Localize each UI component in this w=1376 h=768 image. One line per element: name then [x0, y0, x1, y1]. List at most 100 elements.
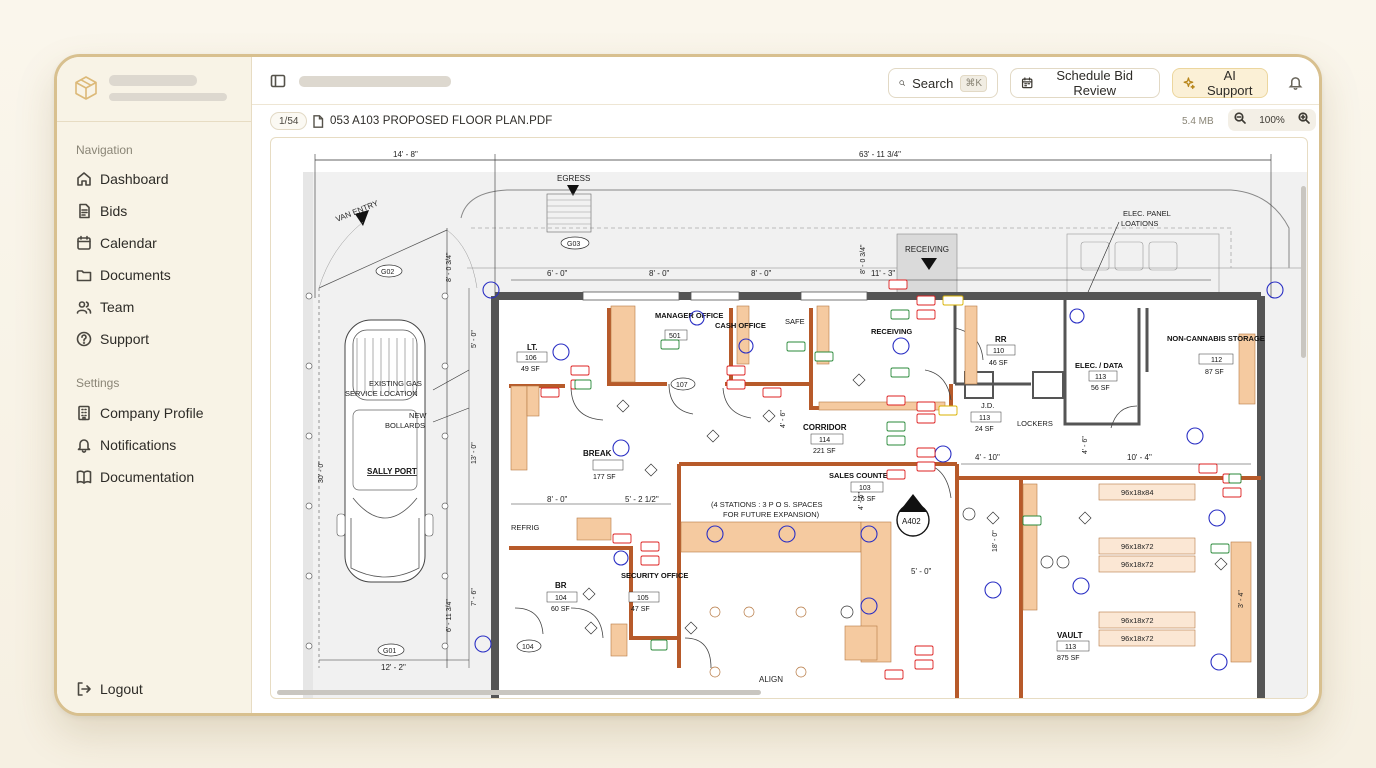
zoom-out-button[interactable]	[1234, 111, 1246, 129]
vertical-scrollbar[interactable]	[1301, 186, 1306, 358]
sidebar-item-calendar[interactable]: Calendar	[76, 235, 157, 251]
page-title-placeholder	[299, 76, 451, 87]
rack-label: 96x18x72	[1121, 634, 1154, 643]
sidebar-item-documents[interactable]: Documents	[76, 267, 171, 283]
page-indicator[interactable]: 1/54	[270, 112, 308, 130]
dim-top-right: 63' - 11 3/4"	[859, 150, 901, 159]
door-tag: 107	[676, 382, 688, 389]
room-number: 501	[669, 333, 681, 340]
room-name: SECURITY OFFICE	[621, 571, 688, 580]
sidebar-item-company-profile[interactable]: Company Profile	[76, 405, 204, 421]
egress-label: EGRESS	[557, 174, 590, 183]
file-icon	[312, 115, 324, 128]
zoom-level: 100%	[1259, 114, 1285, 126]
zoom-controls: 100%	[1228, 109, 1316, 131]
vehicle-illustration	[336, 319, 434, 583]
dim-4-10: 4' - 10"	[975, 453, 1000, 462]
svg-text:4' - 6": 4' - 6"	[1082, 436, 1089, 454]
document-toolbar: 1/54 053 A103 PROPOSED FLOOR PLAN.PDF 5.…	[252, 105, 1319, 137]
room-area: 60 SF	[551, 606, 570, 613]
zoom-in-button[interactable]	[1298, 111, 1310, 129]
dim-bottom-left: 12' - 2"	[381, 663, 406, 672]
room-number: 113	[979, 415, 990, 422]
users-icon	[76, 301, 92, 314]
sidebar-item-bids[interactable]: Bids	[76, 203, 127, 219]
room-number: 113	[1065, 644, 1076, 651]
sidebar-item-dashboard[interactable]: Dashboard	[76, 171, 169, 187]
sidebar-item-label: Notifications	[100, 437, 177, 453]
dim-11-3: 11' - 3"	[871, 269, 895, 278]
search-icon	[899, 80, 905, 86]
stations-note: (4 STATIONS : 3 P O S. SPACES FOR FUTURE …	[711, 500, 823, 519]
sidebar-item-label: Team	[100, 299, 135, 315]
room-number: 106	[525, 355, 537, 362]
room-number: 105	[637, 595, 649, 602]
g03-tag: G03	[567, 241, 580, 248]
ai-support-button[interactable]: AI Support	[1172, 68, 1268, 98]
room-name: ELEC. / DATA	[1075, 361, 1124, 370]
svg-text:8' - 0 3/4": 8' - 0 3/4"	[446, 252, 453, 282]
room-name: CASH OFFICE	[715, 321, 766, 330]
svg-text:4' - 6": 4' - 6"	[780, 410, 787, 428]
horizontal-scrollbar[interactable]	[277, 690, 761, 695]
document-file-size: 5.4 MB	[1182, 116, 1214, 127]
svg-text:18' - 0": 18' - 0"	[992, 530, 999, 552]
main-content: Search ⌘K Schedule Bid Review AI Support…	[252, 57, 1319, 713]
sidebar: Navigation Dashboard Bids Calendar Docum…	[57, 57, 252, 713]
door-tag: 104	[522, 644, 534, 651]
room-name: J.D.	[981, 401, 994, 410]
room-name: NON-CANNABIS STORAGE	[1167, 334, 1265, 343]
rack-label: 96x18x72	[1121, 616, 1154, 625]
sidebar-item-support[interactable]: Support	[76, 331, 149, 347]
g01-tag: G01	[383, 648, 396, 655]
svg-text:13' - 0": 13' - 0"	[471, 442, 478, 464]
zoom-out-icon	[1234, 112, 1246, 124]
nav-section-label: Navigation	[76, 143, 133, 157]
room-name: SAFE	[785, 317, 805, 326]
room-name: RECEIVING	[871, 327, 912, 336]
sidebar-item-documentation[interactable]: Documentation	[76, 469, 194, 485]
svg-text:3' - 4": 3' - 4"	[1238, 590, 1245, 608]
cube-logo-icon	[73, 75, 99, 101]
room-number: 103	[859, 485, 871, 492]
sidebar-toggle-icon[interactable]	[270, 73, 286, 89]
sparkle-icon	[1183, 77, 1195, 90]
brand[interactable]	[73, 75, 227, 101]
room-number: 113	[1095, 374, 1106, 381]
svg-text:5' - 0": 5' - 0"	[471, 330, 478, 348]
search-shortcut-badge: ⌘K	[960, 74, 987, 92]
document-file-name: 053 A103 PROPOSED FLOOR PLAN.PDF	[330, 115, 553, 127]
zoom-in-icon	[1298, 112, 1310, 124]
dim-5-2: 5' - 2 1/2"	[625, 495, 659, 504]
rack-label: 96x18x72	[1121, 542, 1154, 551]
room-name: VAULT	[1057, 631, 1083, 640]
file-text-icon	[79, 203, 90, 219]
sidebar-item-team[interactable]: Team	[76, 299, 134, 315]
rack-label: 96x18x72	[1121, 560, 1154, 569]
schedule-bid-review-button[interactable]: Schedule Bid Review	[1010, 68, 1160, 98]
sidebar-item-label: Dashboard	[100, 171, 169, 187]
search-button[interactable]: Search ⌘K	[888, 68, 998, 98]
svg-text:7' - 6": 7' - 6"	[471, 588, 478, 606]
building-icon	[78, 405, 90, 421]
dim-8-0-b: 8' - 0"	[751, 269, 772, 278]
room-area: 875 SF	[1057, 655, 1080, 662]
logout-button[interactable]: Logout	[76, 681, 143, 697]
svg-text:8' - 0 3/4": 8' - 0 3/4"	[860, 244, 867, 274]
search-label: Search	[912, 75, 954, 91]
calendar-icon	[1021, 77, 1033, 89]
sidebar-item-label: Company Profile	[100, 405, 204, 421]
sidebar-item-notifications[interactable]: Notifications	[76, 437, 176, 453]
pdf-viewer[interactable]: 14' - 8" 63' - 11 3/4" EGRESS G03 VAN EN…	[270, 137, 1308, 699]
room-area: 177 SF	[593, 474, 616, 481]
receiving-label: RECEIVING	[905, 245, 949, 254]
room-name: MANAGER OFFICE	[655, 311, 723, 320]
notifications-bell-icon[interactable]	[1288, 75, 1303, 90]
floor-plan-drawing[interactable]: 14' - 8" 63' - 11 3/4" EGRESS G03 VAN EN…	[271, 138, 1308, 699]
room-number: 110	[993, 348, 1004, 355]
sidebar-item-label: Documentation	[100, 469, 195, 485]
help-circle-icon	[76, 331, 92, 347]
room-area: 47 SF	[631, 606, 650, 613]
room-area: 24 SF	[975, 426, 994, 433]
room-area: 46 SF	[989, 360, 1008, 367]
